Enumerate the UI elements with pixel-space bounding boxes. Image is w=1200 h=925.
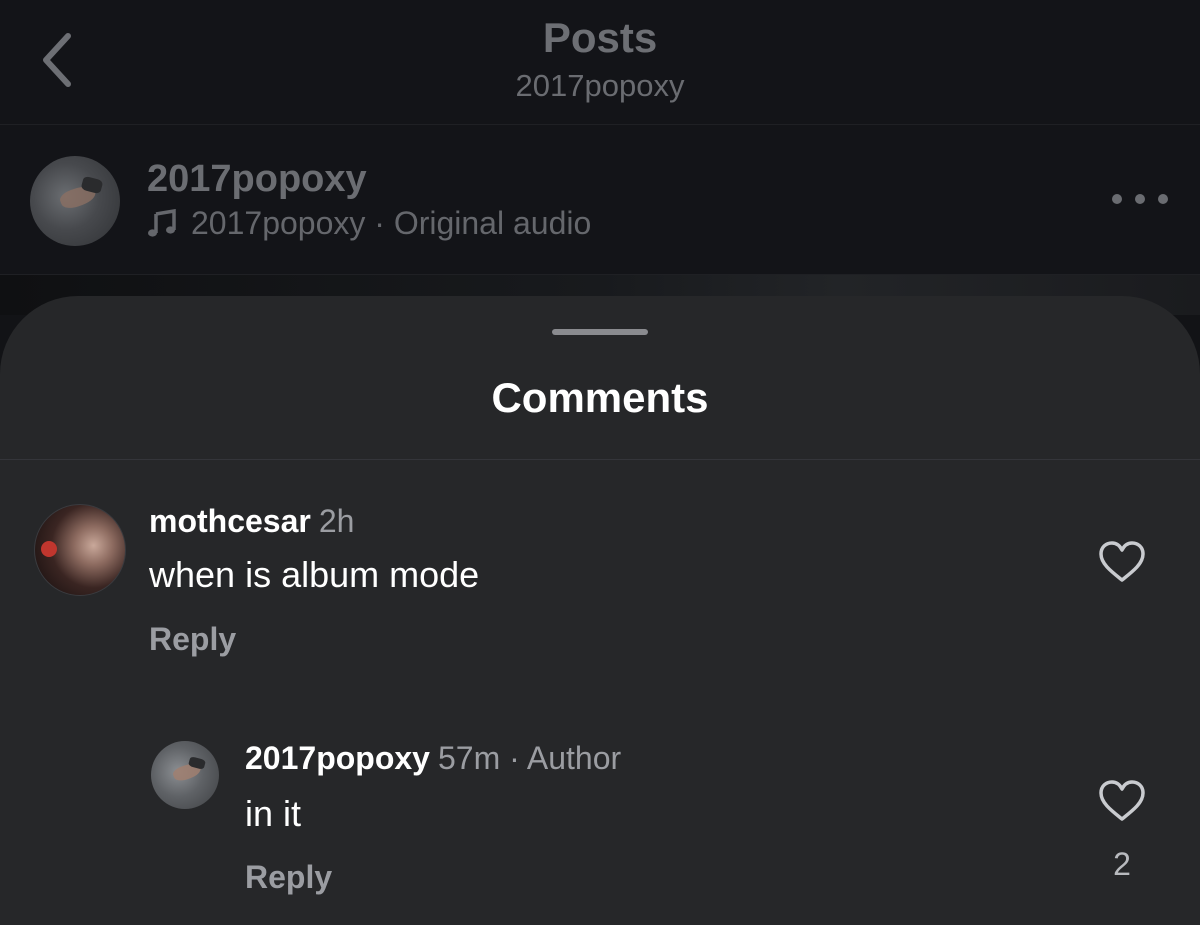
app-screen: Posts 2017popoxy 2017popoxy 2017popoxy ·…	[0, 0, 1200, 925]
reply-button[interactable]: Reply	[149, 621, 236, 658]
comments-sheet: Comments mothcesar 2h when is album mode …	[0, 296, 1200, 925]
comment-timestamp: 57m · Author	[437, 740, 622, 776]
post-audio[interactable]: 2017popoxy · Original audio	[147, 205, 591, 242]
post-username[interactable]: 2017popoxy	[147, 158, 367, 201]
page-title: Posts	[542, 14, 658, 61]
like-count: 2	[1113, 846, 1131, 882]
reply-button[interactable]: Reply	[245, 859, 332, 896]
top-navigation-bar: Posts 2017popoxy	[0, 0, 1200, 124]
comment-text: in it	[245, 793, 302, 834]
heart-icon[interactable]	[1098, 779, 1146, 823]
post-header: 2017popoxy 2017popoxy · Original audio	[0, 125, 1200, 274]
sheet-drag-handle[interactable]	[552, 329, 648, 335]
avatar[interactable]	[34, 504, 126, 596]
divider	[0, 459, 1200, 460]
music-note-icon	[148, 208, 176, 237]
avatar[interactable]	[151, 741, 219, 809]
avatar[interactable]	[30, 156, 120, 246]
more-options-icon[interactable]	[1112, 187, 1168, 211]
comment-header: mothcesar 2h	[149, 503, 354, 540]
comment-text: when is album mode	[149, 554, 480, 595]
comments-title: Comments	[491, 374, 709, 421]
comment-timestamp: 2h	[318, 503, 355, 539]
page-subtitle: 2017popoxy	[515, 68, 685, 103]
comment-header: 2017popoxy 57m · Author	[245, 740, 621, 777]
audio-label: 2017popoxy · Original audio	[191, 205, 592, 241]
comment-username[interactable]: mothcesar	[149, 503, 311, 539]
comment-username[interactable]: 2017popoxy	[245, 740, 430, 776]
heart-icon[interactable]	[1098, 540, 1146, 584]
